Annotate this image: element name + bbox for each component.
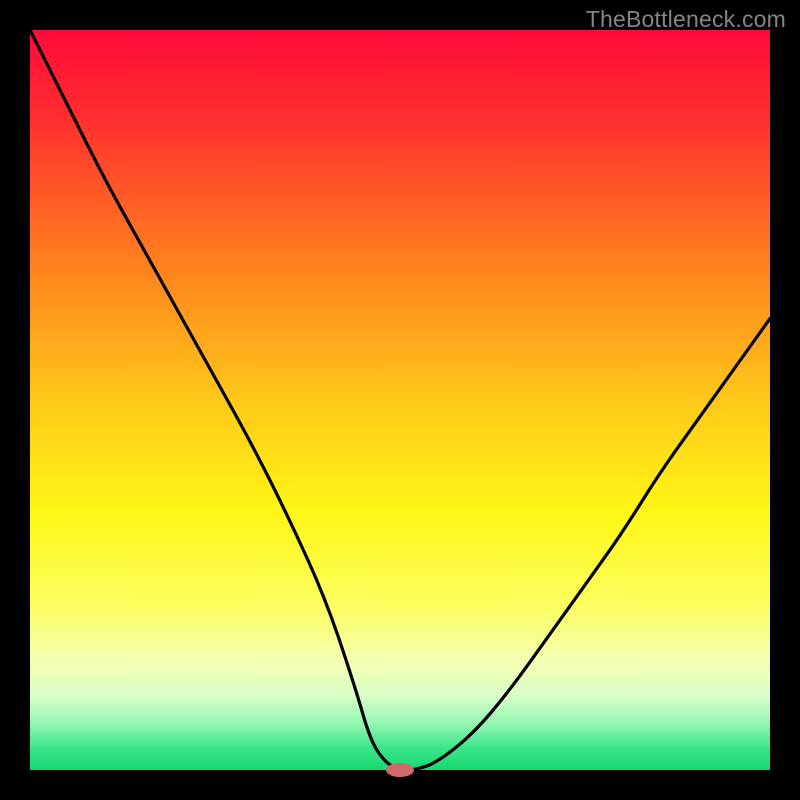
plot-background	[30, 30, 770, 770]
bottleneck-chart	[0, 0, 800, 800]
chart-frame: TheBottleneck.com	[0, 0, 800, 800]
watermark-text: TheBottleneck.com	[586, 6, 786, 33]
optimal-marker	[386, 763, 414, 777]
